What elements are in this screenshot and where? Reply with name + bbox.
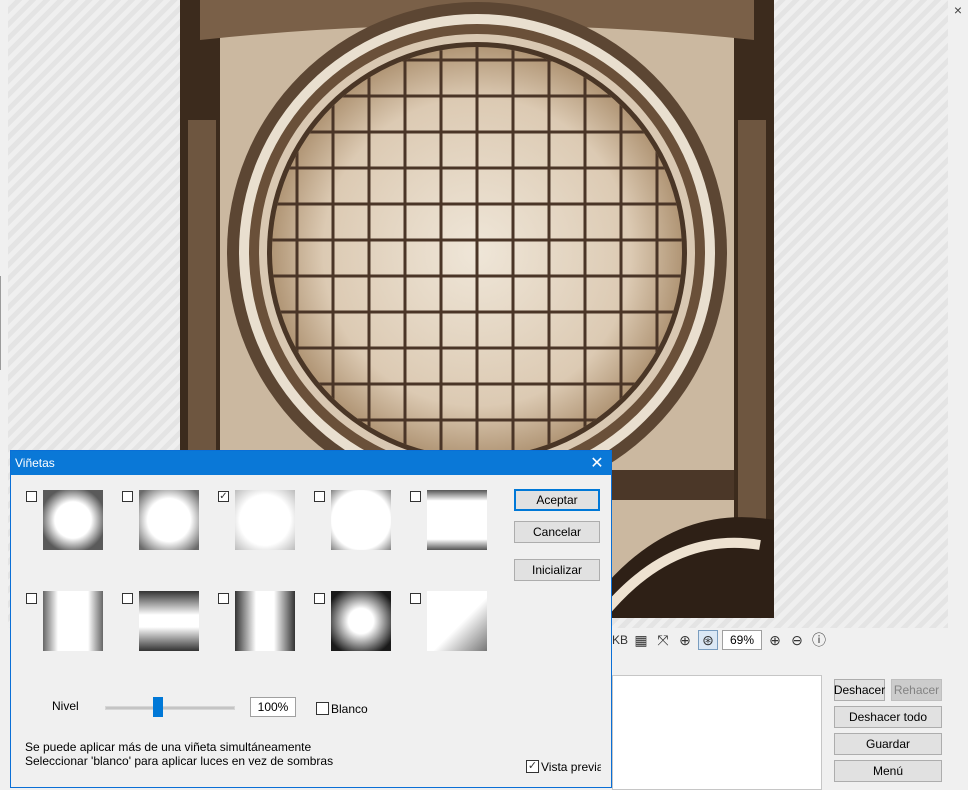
reset-button[interactable]: Inicializar [514,559,600,581]
vignette-3-checkbox[interactable]: ✓ [218,491,229,502]
vignette-9-thumb[interactable] [331,591,391,651]
vignette-9-checkbox[interactable] [314,593,325,604]
vignette-2-thumb[interactable] [139,490,199,550]
window-close-icon[interactable]: × [954,2,962,18]
vignette-8-thumb[interactable] [235,591,295,651]
vignette-7-checkbox[interactable] [122,593,133,604]
level-label: Nivel [52,699,79,713]
level-slider-handle[interactable] [153,697,163,717]
dialog-title: Viñetas [15,456,55,470]
redo-button[interactable]: Rehacer [891,679,942,701]
accept-button[interactable]: Aceptar [514,489,600,511]
vignette-5-checkbox[interactable] [410,491,421,502]
vignette-8-checkbox[interactable] [218,593,229,604]
menu-button[interactable]: Menú [834,760,942,782]
white-checkbox[interactable] [316,702,329,715]
zoom-level: 69% [722,630,763,650]
undo-button[interactable]: Deshacer [834,679,885,701]
preview-checkbox[interactable]: ✓ [526,760,539,773]
left-scroll-indicator [0,276,1,370]
vignette-4-checkbox[interactable] [314,491,325,502]
zoom-out-icon[interactable]: ⊖ [788,631,806,649]
vignette-6-checkbox[interactable] [26,593,37,604]
dialog-titlebar[interactable]: Viñetas ✕ [11,451,611,475]
checkerboard-icon[interactable]: ▦ [632,631,650,649]
zoom-in-icon[interactable]: ⊕ [766,631,784,649]
vignette-1-thumb[interactable] [43,490,103,550]
vignette-10-checkbox[interactable] [410,593,421,604]
vignette-6-thumb[interactable] [43,591,103,651]
dialog-close-icon[interactable]: ✕ [587,453,607,473]
actual-size-icon[interactable]: ⊕ [676,631,694,649]
vignette-4-thumb[interactable] [331,490,391,550]
hint-multiple: Se puede aplicar más de una viñeta simul… [25,740,312,754]
save-button[interactable]: Guardar [834,733,942,755]
vignette-1-checkbox[interactable] [26,491,37,502]
image-toolbar: KB ▦ ⤧ ⊕ ⊛ 69% ⊕ ⊖ ⓘ [612,629,828,651]
cancel-button[interactable]: Cancelar [514,521,600,543]
window-left-edge [0,0,8,790]
info-panel [612,675,822,790]
vignette-3-thumb[interactable] [235,490,295,550]
vignette-10-thumb[interactable] [427,591,487,651]
preview-label[interactable]: Vista previa [541,760,601,774]
right-strip [948,0,968,628]
vignette-2-checkbox[interactable] [122,491,133,502]
white-label[interactable]: Blanco [331,702,368,716]
undo-all-button[interactable]: Deshacer todo [834,706,942,728]
info-icon[interactable]: ⓘ [810,631,828,649]
hint-white: Seleccionar 'blanco' para aplicar luces … [25,754,334,768]
fit-icon[interactable]: ⤧ [654,631,672,649]
zoom-fit-icon[interactable]: ⊛ [698,630,719,650]
vignette-5-thumb[interactable] [427,490,487,550]
level-slider-track[interactable] [105,706,235,710]
vignette-7-thumb[interactable] [139,591,199,651]
vignettes-dialog: Viñetas ✕ ✓ Aceptar Cancelar Inicializar… [10,450,612,788]
file-size-label: KB [612,633,629,647]
level-value: 100% [250,697,296,717]
